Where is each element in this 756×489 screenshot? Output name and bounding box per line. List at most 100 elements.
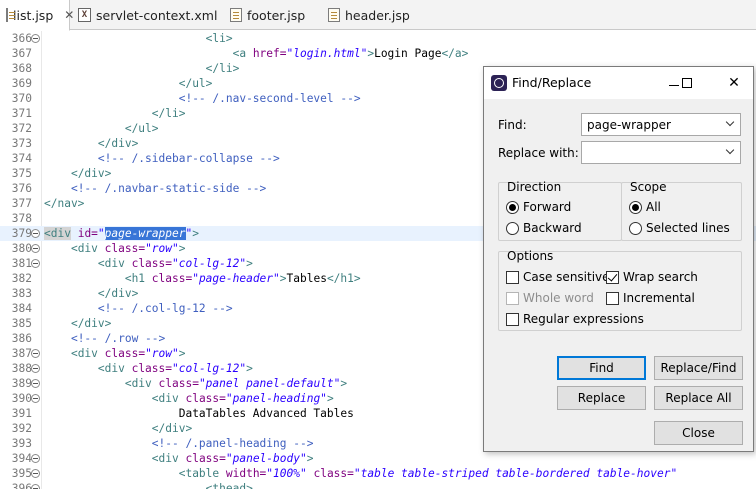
find-button[interactable]: Find xyxy=(557,356,646,380)
maximize-icon xyxy=(682,78,692,88)
code-line[interactable]: 395 <table width="100%" class="table tab… xyxy=(0,466,756,481)
code-text: </li> xyxy=(44,106,186,121)
radio-indicator[interactable] xyxy=(629,200,642,214)
fold-collapse-icon[interactable] xyxy=(31,484,40,489)
checkbox-whole-word: Whole word xyxy=(506,290,594,306)
line-number: 393 xyxy=(11,437,32,450)
replace-find-button[interactable]: Replace/Find xyxy=(654,356,743,380)
checkbox-indicator[interactable] xyxy=(506,312,519,326)
maximize-button[interactable] xyxy=(677,73,697,93)
direction-title: Direction xyxy=(507,180,562,194)
fold-collapse-icon[interactable] xyxy=(31,244,40,253)
code-token: id= xyxy=(77,227,98,240)
code-token: page-wrapper xyxy=(104,227,186,240)
checkbox-incremental[interactable]: Incremental xyxy=(606,290,695,306)
fold-collapse-icon[interactable] xyxy=(31,229,40,238)
code-token: Tables xyxy=(286,272,327,285)
code-token: <h1 xyxy=(124,272,152,285)
radio-selected-lines[interactable]: Selected lines xyxy=(629,220,730,236)
code-token: "table table-striped table-bordered tabl… xyxy=(353,467,678,480)
code-text: <div class="col-lg-12"> xyxy=(44,361,253,376)
code-token: <div xyxy=(151,392,186,405)
tab-servlet-context-xml[interactable]: X servlet-context.xml xyxy=(72,0,223,30)
code-token: > xyxy=(246,362,253,375)
radio-label: All xyxy=(646,200,661,214)
line-number: 380 xyxy=(11,242,32,255)
radio-label: Backward xyxy=(523,221,582,235)
checkbox-wrap-search[interactable]: Wrap search xyxy=(606,269,698,285)
code-token: </nav> xyxy=(44,197,85,210)
radio-backward[interactable]: Backward xyxy=(506,220,582,236)
code-text: <!-- /.panel-heading --> xyxy=(44,436,314,451)
fold-collapse-icon[interactable] xyxy=(31,364,40,373)
checkbox-label: Whole word xyxy=(523,291,594,305)
find-combo[interactable]: page-wrapper xyxy=(581,113,741,136)
code-line[interactable]: 396 <thead> xyxy=(0,481,756,489)
code-token: </div> xyxy=(70,317,112,330)
radio-indicator[interactable] xyxy=(506,221,519,235)
line-number: 387 xyxy=(11,347,32,360)
jsp-file-icon xyxy=(6,8,15,22)
code-token: class= xyxy=(185,392,226,405)
code-token: <div xyxy=(70,242,105,255)
replace-combo[interactable] xyxy=(581,141,741,164)
code-text: <div class="panel-body"> xyxy=(44,451,314,466)
close-button[interactable]: Close xyxy=(654,421,743,445)
close-window-button[interactable]: ✕ xyxy=(724,73,744,93)
replace-all-button[interactable]: Replace All xyxy=(654,386,743,410)
xml-file-icon: X xyxy=(78,8,91,22)
fold-collapse-icon[interactable] xyxy=(31,394,40,403)
chevron-down-icon[interactable] xyxy=(725,146,735,156)
code-token: <!-- /.navbar-static-side --> xyxy=(70,182,267,195)
code-token: class= xyxy=(185,452,226,465)
checkbox-regular-expressions[interactable]: Regular expressions xyxy=(506,311,644,327)
checkbox-label: Case sensitive xyxy=(523,270,610,284)
checkbox-indicator[interactable] xyxy=(606,270,619,284)
line-number: 392 xyxy=(11,422,32,435)
code-token: </div> xyxy=(97,287,139,300)
tab-header-jsp[interactable]: header.jsp xyxy=(322,0,416,30)
radio-forward[interactable]: Forward xyxy=(506,199,571,215)
code-token: <li> xyxy=(205,32,233,45)
dialog-titlebar[interactable]: Find/Replace ✕ xyxy=(484,67,753,99)
radio-indicator[interactable] xyxy=(629,221,642,235)
code-line[interactable]: 366 <li> xyxy=(0,31,756,46)
radio-indicator[interactable] xyxy=(506,200,519,214)
fold-collapse-icon[interactable] xyxy=(31,349,40,358)
fold-collapse-icon[interactable] xyxy=(31,259,40,268)
checkbox-indicator[interactable] xyxy=(506,270,519,284)
checkbox-indicator[interactable] xyxy=(606,291,619,305)
tab-footer-jsp[interactable]: footer.jsp xyxy=(224,0,311,30)
tab-list-jsp[interactable]: list.jsp ✕ xyxy=(0,0,74,31)
code-token: </li> xyxy=(151,107,186,120)
line-number: 367 xyxy=(11,47,32,60)
fold-collapse-icon[interactable] xyxy=(31,379,40,388)
code-line[interactable]: 367 <a href="login.html">Login Page</a> xyxy=(0,46,756,61)
code-text: DataTables Advanced Tables xyxy=(44,406,354,421)
code-token: > xyxy=(178,347,186,360)
replace-button[interactable]: Replace xyxy=(557,386,646,410)
code-token: <div xyxy=(97,362,132,375)
find-input[interactable]: page-wrapper xyxy=(587,118,671,132)
line-number: 374 xyxy=(11,152,32,165)
code-text: <h1 class="page-header">Tables</h1> xyxy=(44,271,361,286)
radio-all[interactable]: All xyxy=(629,199,661,215)
code-text: <!-- /.sidebar-collapse --> xyxy=(44,151,280,166)
line-number: 375 xyxy=(11,167,32,180)
code-line[interactable]: 394 <div class="panel-body"> xyxy=(0,451,756,466)
fold-collapse-icon[interactable] xyxy=(31,454,40,463)
checkbox-case-sensitive[interactable]: Case sensitive xyxy=(506,269,610,285)
fold-collapse-icon[interactable] xyxy=(31,34,40,43)
chevron-down-icon[interactable] xyxy=(725,118,735,128)
fold-collapse-icon[interactable] xyxy=(31,469,40,478)
